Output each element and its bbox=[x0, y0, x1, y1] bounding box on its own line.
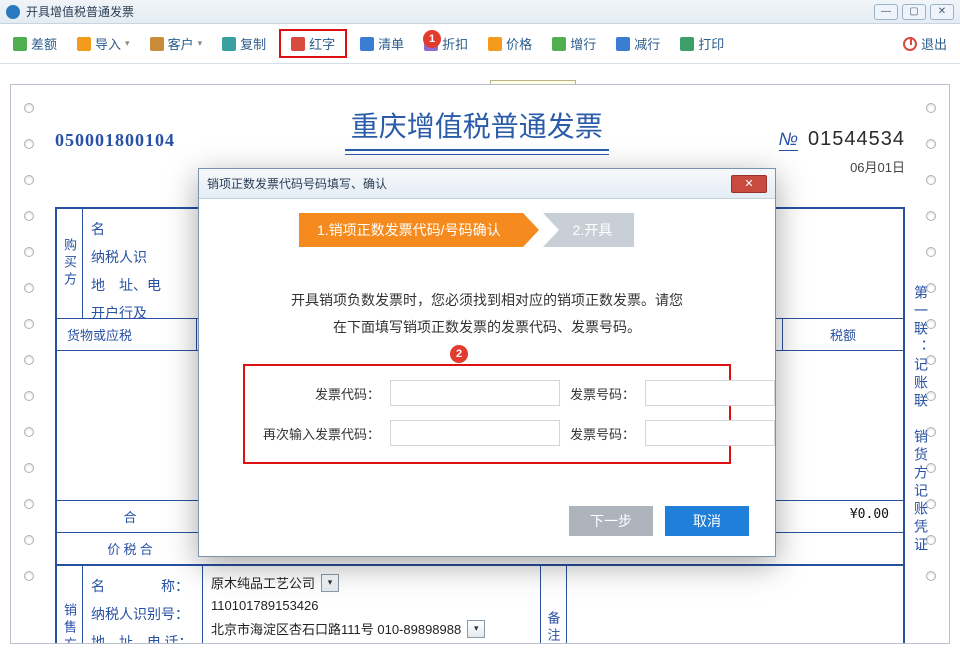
red-icon bbox=[291, 37, 305, 51]
red-invoice-dialog: 销项正数发票代码号码填写、确认 ✕ 1.销项正数发票代码/号码确认 2.开具 开… bbox=[198, 168, 776, 557]
dialog-title: 销项正数发票代码号码填写、确认 bbox=[207, 175, 387, 192]
instruct-line-2: 在下面填写销项正数发票的发票代码、发票号码。 bbox=[239, 314, 735, 341]
next-button[interactable]: 下一步 bbox=[569, 506, 653, 536]
sum-amount: ¥0.00 bbox=[783, 501, 903, 532]
toolbar-price-button[interactable]: 价格 bbox=[481, 29, 539, 58]
notes-section-label: 备注 bbox=[541, 566, 567, 644]
wizard-step-1: 1.销项正数发票代码/号码确认 bbox=[299, 213, 523, 247]
toolbar-diff-label: 差额 bbox=[31, 34, 57, 53]
delline-icon bbox=[616, 37, 630, 51]
toolbar-list-label: 清单 bbox=[378, 34, 404, 53]
toolbar-copy-button[interactable]: 复制 bbox=[215, 29, 273, 58]
wizard-steps: 1.销项正数发票代码/号码确认 2.开具 bbox=[299, 213, 775, 247]
buyer-taxid-label: 纳税人识 bbox=[91, 243, 194, 271]
invoice-number-block: № 01544534 bbox=[779, 128, 905, 151]
sum-label: 合 bbox=[57, 501, 203, 532]
price-icon bbox=[488, 37, 502, 51]
dialog-close-button[interactable]: ✕ bbox=[731, 175, 767, 193]
window-titlebar: 开具增值税普通发票 — ▢ ✕ bbox=[0, 0, 960, 24]
seller-taxid-value[interactable]: 110101789153426 bbox=[211, 598, 319, 613]
seller-name-label: 名 称： bbox=[91, 572, 194, 600]
toolbar-print-button[interactable]: 打印 bbox=[673, 29, 731, 58]
annotation-callout-2: 2 bbox=[450, 345, 468, 363]
invoice-title: 重庆增值税普通发票 bbox=[345, 105, 609, 151]
toolbar-delline-button[interactable]: 减行 bbox=[609, 29, 667, 58]
toolbar-customer-label: 客户 bbox=[168, 34, 194, 53]
toolbar-print-label: 打印 bbox=[698, 34, 724, 53]
close-window-button[interactable]: ✕ bbox=[930, 4, 954, 20]
seller-addr-label: 地 址、电 话： bbox=[91, 628, 194, 644]
toolbar-diff-button[interactable]: 差额 bbox=[6, 29, 64, 58]
col-tax-amount: 税额 bbox=[783, 319, 903, 350]
seller-section-label: 销售方 bbox=[57, 566, 83, 644]
seller-addr-value[interactable]: 北京市海淀区杏石口路111号 010-89898988 bbox=[211, 619, 461, 638]
wizard-step-2: 2.开具 bbox=[543, 213, 635, 247]
price-tax-label: 价 税 合 bbox=[57, 533, 203, 564]
toolbar-addline-label: 增行 bbox=[570, 34, 596, 53]
toolbar-discount-label: 折扣 bbox=[442, 34, 468, 53]
main-toolbar: 差额 导入▾ 客户▾ 复制 红字 清单 折扣 价格 增行 减行 打印 退出 bbox=[0, 24, 960, 64]
annotation-callout-1: 1 bbox=[423, 30, 441, 48]
buyer-section-label: 购买方 bbox=[57, 209, 83, 318]
toolbar-price-label: 价格 bbox=[506, 34, 532, 53]
seller-name-dropdown[interactable]: ▾ bbox=[321, 574, 339, 592]
instruct-line-1: 开具销项负数发票时，您必须找到相对应的销项正数发票。请您 bbox=[239, 287, 735, 314]
invoice-code-label: 发票代码： bbox=[263, 384, 380, 403]
seller-field-labels: 名 称： 纳税人识别号： 地 址、电 话： 开户行及账号： bbox=[83, 566, 203, 644]
print-icon bbox=[680, 37, 694, 51]
diff-icon bbox=[13, 37, 27, 51]
copy-designation: 第一联：记账联 销货方记账凭证 bbox=[909, 285, 929, 555]
buyer-name-label: 名 bbox=[91, 215, 194, 243]
toolbar-copy-label: 复制 bbox=[240, 34, 266, 53]
app-logo-icon bbox=[6, 5, 20, 19]
toolbar-import-label: 导入 bbox=[95, 34, 121, 53]
invoice-code: 050001800104 bbox=[55, 130, 175, 151]
list-icon bbox=[360, 37, 374, 51]
seller-addr-dropdown[interactable]: ▾ bbox=[467, 620, 485, 638]
invoice-code-confirm-input[interactable] bbox=[390, 420, 560, 446]
notes-area[interactable] bbox=[567, 566, 904, 644]
addline-icon bbox=[552, 37, 566, 51]
toolbar-exit-label: 退出 bbox=[921, 34, 947, 53]
invoice-number-label: 发票号码： bbox=[570, 384, 635, 403]
toolbar-addline-button[interactable]: 增行 bbox=[545, 29, 603, 58]
buyer-addr-label: 地 址、电 bbox=[91, 271, 194, 299]
buyer-field-labels: 名 纳税人识 地 址、电 开户行及 bbox=[83, 209, 203, 318]
minimize-button[interactable]: — bbox=[874, 4, 898, 20]
seller-block: 销售方 名 称： 纳税人识别号： 地 址、电 话： 开户行及账号： 原木纯品工艺… bbox=[55, 566, 905, 644]
invoice-number: 01544534 bbox=[808, 128, 905, 151]
seller-values: 原木纯品工艺公司 ▾ 110101789153426 北京市海淀区杏石口路111号… bbox=[203, 566, 541, 644]
cancel-button[interactable]: 取消 bbox=[665, 506, 749, 536]
toolbar-import-button[interactable]: 导入▾ bbox=[70, 29, 137, 58]
window-title: 开具增值税普通发票 bbox=[26, 3, 134, 20]
toolbar-exit-button[interactable]: 退出 bbox=[896, 29, 954, 58]
invoice-code-confirm-label: 再次输入发票代码： bbox=[263, 424, 380, 443]
dialog-instructions: 开具销项负数发票时，您必须找到相对应的销项正数发票。请您 在下面填写销项正数发票… bbox=[239, 287, 735, 340]
invoice-number-confirm-input[interactable] bbox=[645, 420, 775, 446]
number-symbol: № bbox=[779, 129, 799, 151]
toolbar-customer-button[interactable]: 客户▾ bbox=[143, 29, 210, 58]
seller-name-value[interactable]: 原木纯品工艺公司 bbox=[211, 573, 315, 592]
code-number-inputs: 发票代码： 发票号码： 再次输入发票代码： 发票号码： bbox=[243, 364, 731, 464]
copy-icon bbox=[222, 37, 236, 51]
power-icon bbox=[903, 37, 917, 51]
dialog-actions: 下一步 取消 bbox=[199, 488, 775, 556]
customer-icon bbox=[150, 37, 164, 51]
dialog-titlebar[interactable]: 销项正数发票代码号码填写、确认 ✕ bbox=[199, 169, 775, 199]
seller-taxid-label: 纳税人识别号： bbox=[91, 600, 194, 628]
toolbar-red-label: 红字 bbox=[309, 34, 335, 53]
import-icon bbox=[77, 37, 91, 51]
toolbar-red-button[interactable]: 红字 bbox=[279, 29, 347, 58]
invoice-number-confirm-label: 发票号码： bbox=[570, 424, 635, 443]
maximize-button[interactable]: ▢ bbox=[902, 4, 926, 20]
invoice-number-input[interactable] bbox=[645, 380, 775, 406]
toolbar-delline-label: 减行 bbox=[634, 34, 660, 53]
invoice-date: 06月01日 bbox=[850, 157, 905, 176]
invoice-code-input[interactable] bbox=[390, 380, 560, 406]
col-goods: 货物或应税 bbox=[57, 319, 197, 350]
toolbar-list-button[interactable]: 清单 bbox=[353, 29, 411, 58]
perforation-left bbox=[15, 85, 43, 643]
window-controls: — ▢ ✕ bbox=[874, 4, 954, 20]
